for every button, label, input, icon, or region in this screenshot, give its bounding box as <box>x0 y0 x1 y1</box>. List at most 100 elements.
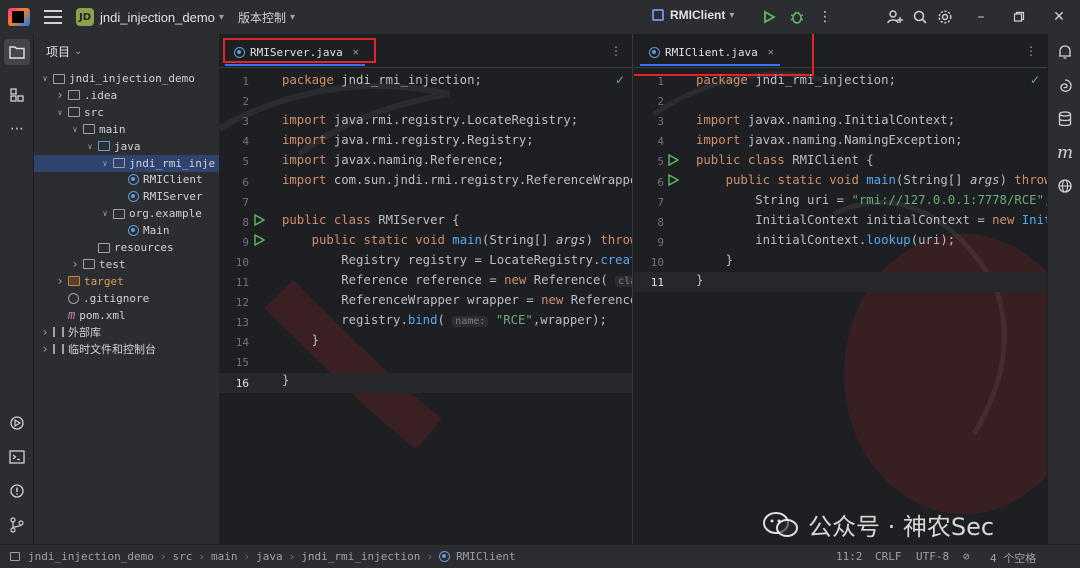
no-problems-check-icon[interactable]: ✓ <box>615 73 625 87</box>
tree-item[interactable]: ∨ jndi_rmi_inje <box>34 154 219 172</box>
project-badge[interactable]: JD <box>76 8 94 26</box>
close-icon[interactable]: ✕ <box>1050 8 1068 26</box>
line-ending[interactable]: CRLF <box>875 550 902 563</box>
chevron-down-icon[interactable]: ▾ <box>290 12 295 23</box>
tree-item-label: test <box>99 257 126 271</box>
maven-icon[interactable]: m <box>1056 143 1074 163</box>
chevron-down-icon[interactable]: ∨ <box>40 74 50 83</box>
chevron-down-icon[interactable]: ∨ <box>100 209 110 218</box>
minimize-icon[interactable]: – <box>972 8 990 26</box>
vcs-menu[interactable]: 版本控制 <box>238 9 286 26</box>
code-line: ReferenceWrapper wrapper = new Reference <box>282 293 633 307</box>
ai-assistant-icon[interactable] <box>1056 77 1074 95</box>
run-gutter-icon[interactable] <box>253 214 265 226</box>
run-gutter-icon[interactable] <box>667 154 679 166</box>
chevron-down-icon[interactable]: ∨ <box>100 159 110 168</box>
tree-item[interactable]: .gitignore <box>34 290 219 307</box>
more-actions-icon[interactable]: ⋮ <box>816 8 834 26</box>
line-number: 9 <box>657 235 664 249</box>
tree-item[interactable]: › 外部库 <box>34 324 219 341</box>
folder-icon <box>98 242 110 253</box>
tree-item[interactable]: RMIServer <box>34 188 219 205</box>
editor-rmiserver[interactable]: RMIServer.java ✕ ⋮ 1 2 3 4 5 6 7 8 9 10 11 12 13 14 15… <box>219 34 633 544</box>
tree-item[interactable]: › target <box>34 273 219 290</box>
problems-icon[interactable] <box>8 482 26 500</box>
tree-item[interactable]: ∨ jndi_injection_demo <box>34 70 219 87</box>
chevron-right-icon[interactable]: › <box>55 274 65 288</box>
tree-item[interactable]: ∨ main <box>34 121 219 138</box>
settings-gear-icon[interactable] <box>936 8 954 26</box>
tree-item[interactable]: ∨ org.example <box>34 205 219 222</box>
readonly-toggle-icon[interactable]: ⊘ <box>963 550 970 563</box>
tree-item[interactable]: resources <box>34 239 219 256</box>
breadcrumb-item[interactable]: jndi_injection_demo <box>28 550 154 563</box>
tree-item-label: RMIServer <box>143 190 203 204</box>
chevron-right-icon[interactable]: › <box>40 342 50 356</box>
more-actions-icon[interactable]: ⋮ <box>1025 44 1037 58</box>
project-folder-icon[interactable] <box>4 39 30 65</box>
more-actions-icon[interactable]: ⋮ <box>610 44 622 58</box>
run-gutter-icon[interactable] <box>253 234 265 246</box>
add-user-icon[interactable] <box>886 8 904 26</box>
run-config-selector[interactable]: RMIClient ▾ <box>652 8 734 22</box>
globe-icon[interactable] <box>1056 177 1074 195</box>
terminal-icon[interactable] <box>8 448 26 466</box>
tree-item[interactable]: › test <box>34 256 219 273</box>
tree-item-label: target <box>84 274 124 288</box>
main-menu-icon[interactable] <box>44 10 62 24</box>
file-encoding[interactable]: UTF-8 <box>916 550 949 563</box>
project-panel-header[interactable]: 项目 ⌄ <box>34 34 219 68</box>
class-icon <box>128 191 139 203</box>
tree-item-label: .idea <box>84 88 118 102</box>
indent-setting[interactable]: 4 个空格 <box>990 550 1036 566</box>
tree-item[interactable]: › .idea <box>34 87 219 104</box>
project-name[interactable]: jndi_injection_demo <box>100 10 215 25</box>
run-gutter-icon[interactable] <box>667 174 679 186</box>
tree-item-label: RMIClient <box>143 173 203 187</box>
tree-item-label: 临时文件和控制台 <box>68 342 156 356</box>
tree-item[interactable]: RMIClient <box>34 171 219 188</box>
tree-item[interactable]: Main <box>34 222 219 239</box>
debug-icon[interactable] <box>788 8 806 26</box>
services-icon[interactable] <box>8 414 26 432</box>
chevron-right-icon[interactable]: › <box>55 88 65 102</box>
tree-item[interactable]: › 临时文件和控制台 <box>34 340 219 357</box>
chevron-down-icon[interactable]: ∨ <box>70 125 80 134</box>
gitignore-icon <box>68 292 79 304</box>
breadcrumb-item[interactable]: java <box>256 550 283 563</box>
tree-item-label: src <box>84 105 104 119</box>
more-tools-icon[interactable]: ⋯ <box>8 120 26 138</box>
chevron-right-icon[interactable]: › <box>70 257 80 271</box>
notifications-bell-icon[interactable] <box>1056 43 1074 61</box>
code-line: InitialContext initialContext = new Init <box>696 213 1047 227</box>
search-icon[interactable] <box>911 8 929 26</box>
git-icon[interactable] <box>8 516 26 534</box>
chevron-down-icon[interactable]: ∨ <box>55 108 65 117</box>
database-icon[interactable] <box>1056 110 1074 128</box>
tree-item[interactable]: m pom.xml <box>34 307 219 324</box>
chevron-right-icon[interactable]: › <box>40 325 50 339</box>
breadcrumb-item[interactable]: main <box>211 550 238 563</box>
breadcrumb-item[interactable]: src <box>172 550 192 563</box>
tree-item[interactable]: ∨ src <box>34 104 219 121</box>
breadcrumb-item[interactable]: jndi_rmi_injection <box>301 550 420 563</box>
editor-rmiclient[interactable]: RMIClient.java ✕ ⋮ 1 2 3 4 5 6 7 8 9 10 11 ✓ packa… <box>634 34 1047 544</box>
tree-item-label: jndi_rmi_inje <box>129 156 216 170</box>
line-number: 5 <box>242 155 249 169</box>
breadcrumb-item[interactable]: RMIClient <box>456 550 516 563</box>
line-number: 3 <box>242 115 249 129</box>
run-icon[interactable] <box>760 8 778 26</box>
cursor-position[interactable]: 11:2 <box>836 550 863 563</box>
breadcrumb-separator-icon: › <box>159 550 167 563</box>
no-problems-check-icon[interactable]: ✓ <box>1030 73 1040 87</box>
class-icon <box>439 551 451 562</box>
restore-icon[interactable] <box>1010 8 1028 26</box>
app-logo-icon[interactable] <box>8 8 30 26</box>
code-line: public class RMIServer { <box>282 213 460 227</box>
code-line: registry.bind( name: "RCE",wrapper); <box>282 313 607 327</box>
chevron-down-icon[interactable]: ▾ <box>219 12 224 23</box>
structure-icon[interactable] <box>8 86 26 104</box>
line-number: 4 <box>242 135 249 149</box>
chevron-down-icon[interactable]: ∨ <box>85 142 95 151</box>
tree-item[interactable]: ∨ java <box>34 138 219 155</box>
